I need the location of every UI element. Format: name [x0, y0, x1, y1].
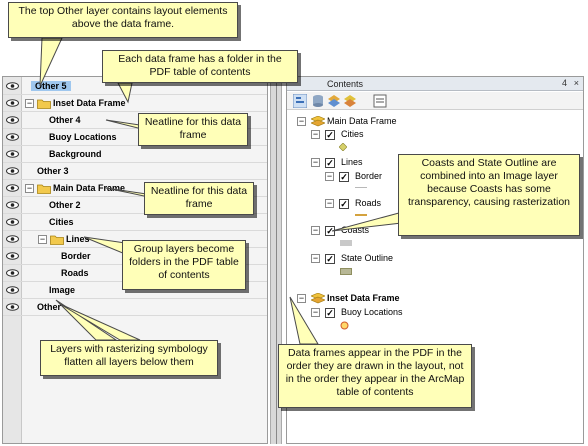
collapse-icon[interactable]: −: [297, 117, 306, 126]
lines-checkbox[interactable]: ✓: [325, 158, 335, 168]
layer-label: Other 5: [31, 81, 71, 91]
eye-icon[interactable]: [6, 167, 19, 175]
callout-top-other: The top Other layer contains layout elem…: [8, 2, 238, 38]
callout-frame-order: Data frames appear in the PDF in the ord…: [278, 344, 472, 408]
callout-neatline-inset: Neatline for this data frame: [138, 113, 248, 146]
folder-icon: [37, 184, 51, 194]
list-by-selection-icon[interactable]: [343, 94, 357, 108]
collapse-icon[interactable]: −: [325, 172, 334, 181]
toc-inset-frame-label: Inset Data Frame: [327, 293, 400, 303]
eye-icon[interactable]: [6, 116, 19, 124]
pin-icon[interactable]: 4: [562, 78, 567, 88]
layer-row[interactable]: Cities: [3, 214, 267, 231]
list-by-source-icon[interactable]: [311, 94, 325, 108]
callout-neatline-main: Neatline for this data frame: [144, 182, 254, 215]
layer-label: Background: [49, 149, 102, 159]
toc-lines-label: Lines: [341, 157, 363, 167]
toc-inset-data-frame[interactable]: − Inset Data Frame: [297, 292, 497, 306]
state-outline-checkbox[interactable]: ✓: [325, 254, 335, 264]
eye-icon[interactable]: [6, 218, 19, 226]
list-by-drawing-order-icon[interactable]: [293, 94, 307, 108]
toc-title-bar: Contents 4 ×: [287, 77, 583, 91]
eye-icon[interactable]: [6, 235, 19, 243]
collapse-icon[interactable]: −: [311, 308, 320, 317]
layer-label: Cities: [49, 217, 74, 227]
callout-coasts-state: Coasts and State Outline are combined in…: [398, 154, 580, 236]
cities-symbol-icon: [339, 143, 347, 151]
callout-rasterizing: Layers with rasterizing symbology flatte…: [40, 340, 218, 376]
eye-icon[interactable]: [6, 201, 19, 209]
toc-main-data-frame[interactable]: − Main Data Frame: [297, 115, 497, 129]
buoy-checkbox[interactable]: ✓: [325, 308, 335, 318]
layer-label: Roads: [61, 268, 89, 278]
eye-icon[interactable]: [6, 303, 19, 311]
layer-label: Other 2: [49, 200, 81, 210]
layer-row[interactable]: Other: [3, 299, 267, 316]
folder-icon: [50, 235, 64, 245]
layer-label: Main Data Frame: [53, 183, 126, 193]
layer-label: Other 3: [37, 166, 69, 176]
callout-data-frame-folder: Each data frame has a folder in the PDF …: [102, 50, 298, 83]
collapse-icon[interactable]: −: [38, 235, 47, 244]
layer-label: Buoy Locations: [49, 132, 117, 142]
eye-icon[interactable]: [6, 99, 19, 107]
collapse-icon[interactable]: −: [297, 294, 306, 303]
toc-cities-label: Cities: [341, 129, 364, 139]
toc-title: Contents: [327, 79, 364, 89]
eye-icon[interactable]: [6, 133, 19, 141]
folder-icon: [37, 99, 51, 109]
layer-label: Other: [37, 302, 62, 312]
layer-row[interactable]: − Inset Data Frame: [3, 95, 267, 112]
coasts-fill-swatch: [340, 240, 352, 246]
eye-icon[interactable]: [6, 150, 19, 158]
cities-checkbox[interactable]: ✓: [325, 130, 335, 140]
layer-label: Inset Data Frame: [53, 98, 126, 108]
layer-row[interactable]: Background: [3, 146, 267, 163]
roads-checkbox[interactable]: ✓: [339, 199, 349, 209]
roads-line-swatch: [355, 214, 367, 216]
state-outline-swatch: [340, 268, 352, 275]
layer-label: Image: [49, 285, 76, 295]
layer-label: Lines: [66, 234, 90, 244]
options-icon[interactable]: [373, 94, 387, 108]
layer-label: Border: [61, 251, 91, 261]
eye-icon[interactable]: [6, 252, 19, 260]
eye-icon[interactable]: [6, 184, 19, 192]
toc-roads-label: Roads: [355, 198, 382, 208]
toc-coasts-label: Coasts: [341, 225, 370, 235]
collapse-icon[interactable]: −: [325, 199, 334, 208]
toc-main-frame-label: Main Data Frame: [327, 116, 397, 126]
border-line-swatch: [355, 187, 367, 188]
toc-buoy-locations[interactable]: − ✓ Buoy Locations: [311, 306, 461, 320]
toc-buoy-label: Buoy Locations: [341, 307, 403, 317]
collapse-icon[interactable]: −: [311, 130, 320, 139]
toc-toolbar: [287, 92, 583, 110]
list-by-visibility-icon[interactable]: [327, 94, 341, 108]
collapse-icon[interactable]: −: [311, 254, 320, 263]
eye-icon[interactable]: [6, 286, 19, 294]
toc-cities[interactable]: − ✓ Cities: [311, 128, 461, 142]
collapse-icon[interactable]: −: [25, 184, 34, 193]
collapse-icon[interactable]: −: [311, 158, 320, 167]
collapse-icon[interactable]: −: [311, 226, 320, 235]
toc-border-label: Border: [355, 171, 383, 181]
layer-label: Other 4: [49, 115, 81, 125]
toc-state-outline[interactable]: − ✓ State Outline: [311, 252, 461, 266]
eye-icon[interactable]: [6, 269, 19, 277]
buoy-symbol-icon: [340, 321, 349, 330]
data-frame-icon: [311, 293, 325, 304]
layer-row[interactable]: Other 3: [3, 163, 267, 180]
splitter-divider: [276, 76, 277, 444]
border-checkbox[interactable]: ✓: [339, 172, 349, 182]
callout-group-layers: Group layers become folders in the PDF t…: [122, 240, 246, 290]
data-frame-icon: [311, 116, 325, 127]
collapse-icon[interactable]: −: [25, 99, 34, 108]
close-icon[interactable]: ×: [574, 78, 579, 88]
eye-icon[interactable]: [6, 82, 19, 90]
coasts-checkbox[interactable]: ✓: [325, 226, 335, 236]
toc-state-outline-label: State Outline: [341, 253, 394, 263]
